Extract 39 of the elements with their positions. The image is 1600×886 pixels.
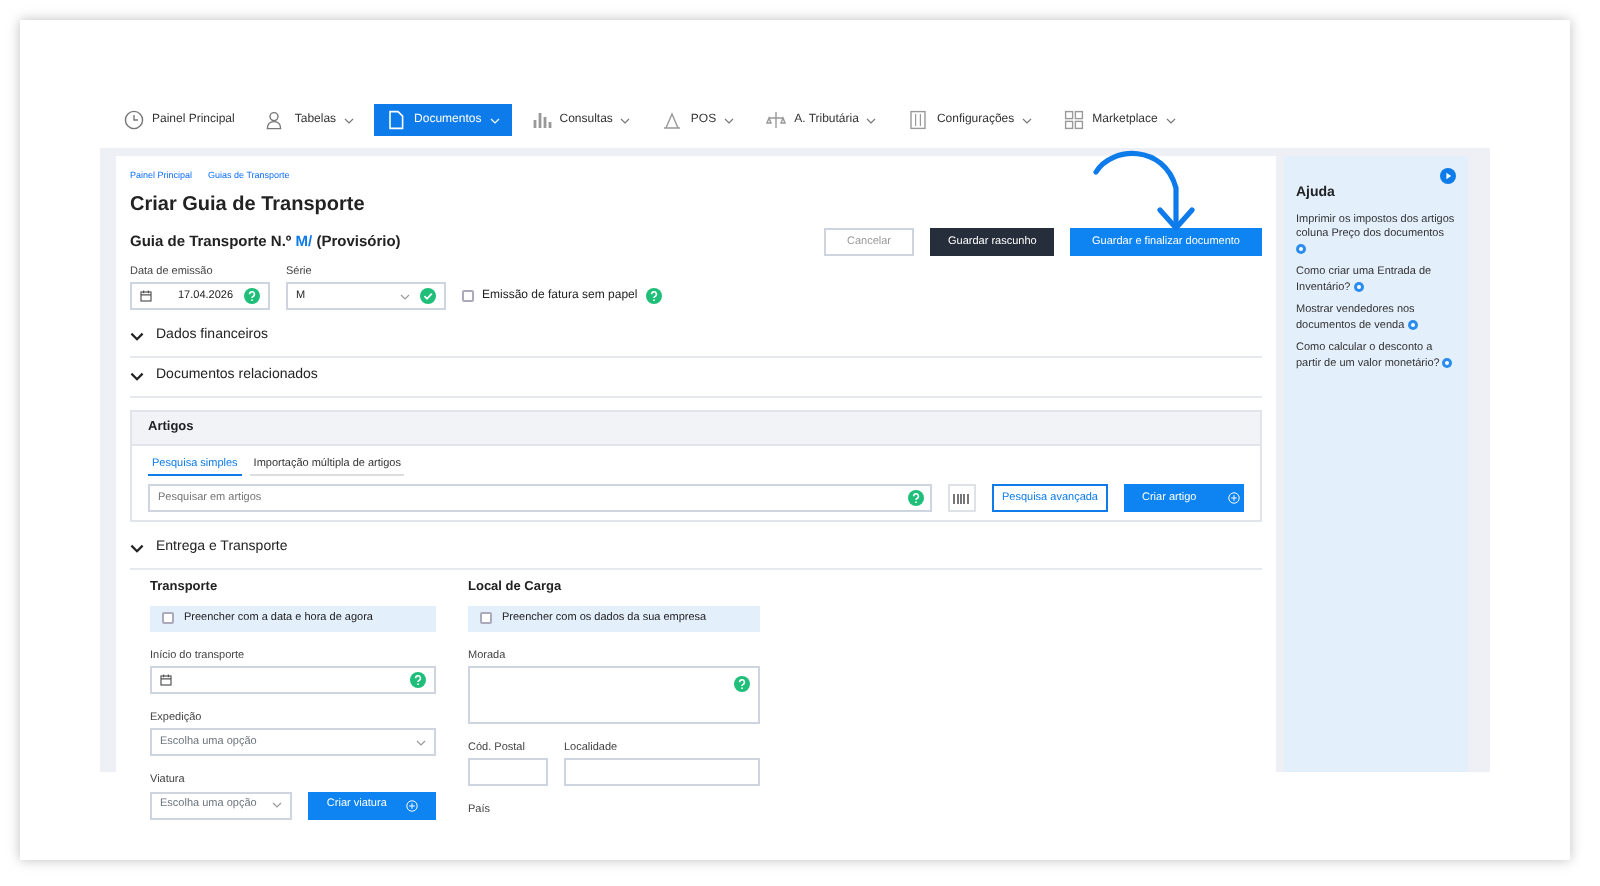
apps-icon <box>1064 110 1085 130</box>
chevron-icon <box>130 544 144 554</box>
scale-icon <box>766 110 787 130</box>
bar-chart-icon <box>531 110 552 130</box>
calendar-icon <box>160 674 172 686</box>
caret-icon <box>400 293 410 299</box>
plus-circle-icon <box>1228 492 1241 504</box>
sliders-icon <box>908 110 929 130</box>
checkbox[interactable] <box>480 612 492 625</box>
chevron-icon <box>130 372 144 382</box>
barcode-button[interactable] <box>947 484 976 512</box>
barcode-icon <box>952 491 971 505</box>
postal-code-field[interactable] <box>468 758 548 787</box>
info-icon <box>1442 358 1453 369</box>
help-icon <box>244 288 260 304</box>
calendar-icon <box>140 290 152 302</box>
play-icon[interactable] <box>1440 168 1456 184</box>
city-field[interactable] <box>564 758 760 787</box>
clock-icon <box>124 110 144 130</box>
check-icon <box>420 288 436 304</box>
page-title: Criar Guia de Transporte <box>130 191 367 220</box>
info-icon <box>1296 244 1306 255</box>
chevron-icon <box>130 332 144 342</box>
user-icon <box>266 110 287 130</box>
help-icon <box>645 288 662 304</box>
plus-circle-icon <box>406 799 418 811</box>
checkbox[interactable] <box>462 290 474 302</box>
info-icon <box>1407 320 1418 331</box>
info-icon <box>1353 282 1364 293</box>
help-icon <box>734 676 750 692</box>
checkbox[interactable] <box>162 612 174 625</box>
help-icon <box>907 490 924 506</box>
date-field[interactable] <box>150 666 436 694</box>
triangle-icon <box>662 110 683 130</box>
address-field[interactable] <box>468 666 760 724</box>
caret-icon <box>416 739 426 746</box>
caret-icon <box>272 802 283 808</box>
document-icon <box>386 110 407 130</box>
help-icon <box>410 672 426 688</box>
